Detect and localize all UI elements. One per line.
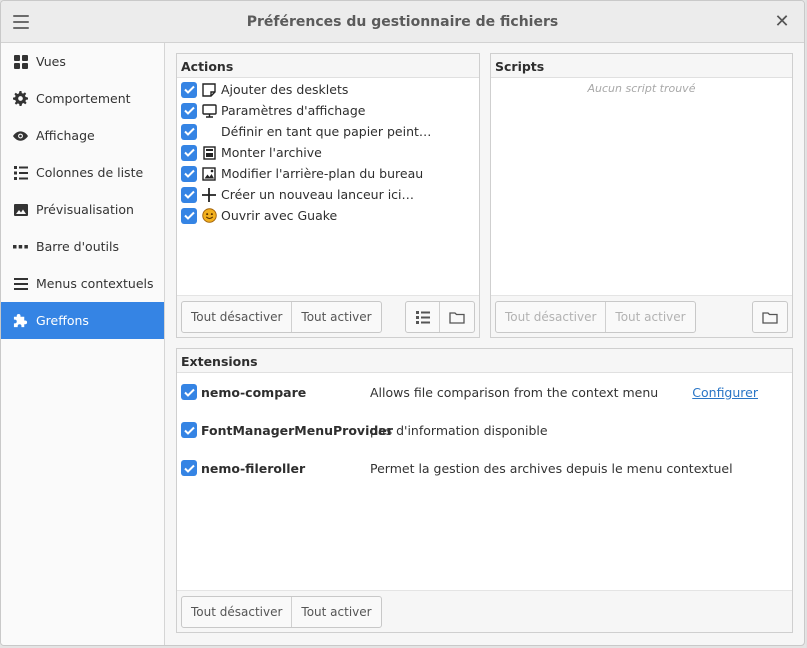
menu-icon bbox=[13, 276, 28, 291]
actions-toggle-group: Tout désactiver Tout activer bbox=[181, 301, 382, 333]
sidebar-item-greffons[interactable]: Greffons bbox=[1, 302, 164, 339]
action-label: Ouvrir avec Guake bbox=[221, 208, 338, 223]
action-label: Monter l'archive bbox=[221, 145, 322, 160]
actions-tools-group bbox=[405, 301, 475, 333]
actions-panel: Actions Ajouter des desklets Paramètres … bbox=[176, 53, 480, 338]
sidebar-item-label: Prévisualisation bbox=[36, 202, 134, 217]
action-item: Modifier l'arrière-plan du bureau bbox=[177, 163, 479, 184]
action-label: Définir en tant que papier peint… bbox=[221, 124, 432, 139]
gear-icon bbox=[13, 91, 28, 106]
extension-row: nemo-compare Allows file comparison from… bbox=[181, 381, 788, 403]
action-item: Ajouter des desklets bbox=[177, 79, 479, 100]
checkbox-checked[interactable] bbox=[181, 422, 197, 438]
titlebar: Préférences du gestionnaire de fichiers … bbox=[1, 1, 804, 43]
action-item: Créer un nouveau lanceur ici… bbox=[177, 184, 479, 205]
action-item: Ouvrir avec Guake bbox=[177, 205, 479, 226]
sidebar-item-label: Barre d'outils bbox=[36, 239, 119, 254]
sidebar-item-comportement[interactable]: Comportement bbox=[1, 80, 164, 117]
close-icon[interactable]: ✕ bbox=[774, 13, 790, 31]
extension-description: Permet la gestion des archives depuis le… bbox=[370, 460, 733, 476]
sidebar-item-label: Menus contextuels bbox=[36, 276, 154, 291]
folder-icon[interactable] bbox=[753, 302, 787, 332]
extensions-panel: Extensions nemo-compare Allows file comp… bbox=[176, 348, 793, 633]
wallpaper-icon bbox=[201, 166, 217, 182]
checkbox-checked[interactable] bbox=[181, 81, 197, 98]
configure-link[interactable]: Configurer bbox=[692, 385, 758, 400]
list-view-icon[interactable] bbox=[406, 302, 440, 332]
guake-icon bbox=[201, 208, 217, 224]
checkbox-checked[interactable] bbox=[181, 460, 197, 476]
sidebar: Vues Comportement Affichage Colonnes de … bbox=[1, 43, 165, 645]
actions-disable-all-button[interactable]: Tout désactiver bbox=[182, 302, 293, 332]
scripts-empty-message: Aucun script trouvé bbox=[587, 82, 696, 95]
extension-name: nemo-fileroller bbox=[201, 460, 306, 476]
sidebar-item-previsualisation[interactable]: Prévisualisation bbox=[1, 191, 164, 228]
checkbox-checked[interactable] bbox=[181, 102, 197, 119]
scripts-panel: Scripts Aucun script trouvé Tout désacti… bbox=[490, 53, 793, 338]
action-item: Monter l'archive bbox=[177, 142, 479, 163]
extension-description: Allows file comparison from the context … bbox=[370, 384, 659, 400]
actions-title: Actions bbox=[177, 54, 479, 78]
sidebar-item-affichage[interactable]: Affichage bbox=[1, 117, 164, 154]
action-label: Créer un nouveau lanceur ici… bbox=[221, 187, 415, 202]
sidebar-item-label: Vues bbox=[36, 54, 66, 69]
preferences-window: Préférences du gestionnaire de fichiers … bbox=[0, 0, 805, 646]
sidebar-item-label: Greffons bbox=[36, 313, 89, 328]
checkbox-checked[interactable] bbox=[181, 186, 197, 203]
plus-icon bbox=[201, 187, 217, 203]
eye-icon bbox=[13, 128, 28, 143]
folder-icon[interactable] bbox=[440, 302, 474, 332]
sidebar-item-label: Affichage bbox=[36, 128, 95, 143]
extensions-toggle-group: Tout désactiver Tout activer bbox=[181, 596, 382, 628]
archive-icon bbox=[201, 145, 217, 161]
extension-description: pas d'information disponible bbox=[370, 422, 548, 438]
checkbox-checked[interactable] bbox=[181, 123, 197, 140]
checkbox-checked[interactable] bbox=[181, 165, 197, 182]
checkbox-checked[interactable] bbox=[181, 384, 197, 400]
extension-name: nemo-compare bbox=[201, 384, 307, 400]
action-label: Ajouter des desklets bbox=[221, 82, 349, 97]
sidebar-item-colonnes-de-liste[interactable]: Colonnes de liste bbox=[1, 154, 164, 191]
extensions-button-bar: Tout désactiver Tout activer bbox=[177, 590, 792, 632]
scripts-enable-all-button[interactable]: Tout activer bbox=[606, 302, 694, 332]
window-title: Préférences du gestionnaire de fichiers bbox=[246, 14, 559, 30]
action-label: Modifier l'arrière-plan du bureau bbox=[221, 166, 424, 181]
action-item: Définir en tant que papier peint… bbox=[177, 121, 479, 142]
grid-icon bbox=[13, 54, 28, 69]
scripts-title: Scripts bbox=[491, 54, 792, 78]
list-icon bbox=[13, 165, 28, 180]
sidebar-item-label: Colonnes de liste bbox=[36, 165, 144, 180]
sidebar-item-menus-contextuels[interactable]: Menus contextuels bbox=[1, 265, 164, 302]
extensions-title: Extensions bbox=[177, 349, 792, 373]
checkbox-checked[interactable] bbox=[181, 207, 197, 224]
desklet-icon bbox=[201, 82, 217, 98]
puzzle-icon bbox=[13, 313, 28, 328]
checkbox-checked[interactable] bbox=[181, 144, 197, 161]
extensions-disable-all-button[interactable]: Tout désactiver bbox=[182, 597, 293, 627]
action-item: Paramètres d'affichage bbox=[177, 100, 479, 121]
monitor-icon bbox=[201, 103, 217, 119]
sidebar-item-vues[interactable]: Vues bbox=[1, 43, 164, 80]
image-icon bbox=[13, 202, 28, 217]
extension-row: FontManagerMenuProvider pas d'informatio… bbox=[181, 419, 788, 441]
actions-enable-all-button[interactable]: Tout activer bbox=[292, 302, 380, 332]
extension-name: FontManagerMenuProvider bbox=[201, 422, 393, 438]
extensions-enable-all-button[interactable]: Tout activer bbox=[292, 597, 380, 627]
actions-button-bar: Tout désactiver Tout activer bbox=[177, 295, 479, 337]
sidebar-item-barre-d-outils[interactable]: Barre d'outils bbox=[1, 228, 164, 265]
sidebar-item-label: Comportement bbox=[36, 91, 131, 106]
dots-icon bbox=[13, 239, 28, 254]
extension-row: nemo-fileroller Permet la gestion des ar… bbox=[181, 457, 788, 479]
scripts-tools-group bbox=[752, 301, 788, 333]
scripts-button-bar: Tout désactiver Tout activer bbox=[491, 295, 792, 337]
action-label: Paramètres d'affichage bbox=[221, 103, 366, 118]
blank-icon bbox=[201, 124, 217, 140]
scripts-toggle-group: Tout désactiver Tout activer bbox=[495, 301, 696, 333]
scripts-disable-all-button[interactable]: Tout désactiver bbox=[496, 302, 607, 332]
